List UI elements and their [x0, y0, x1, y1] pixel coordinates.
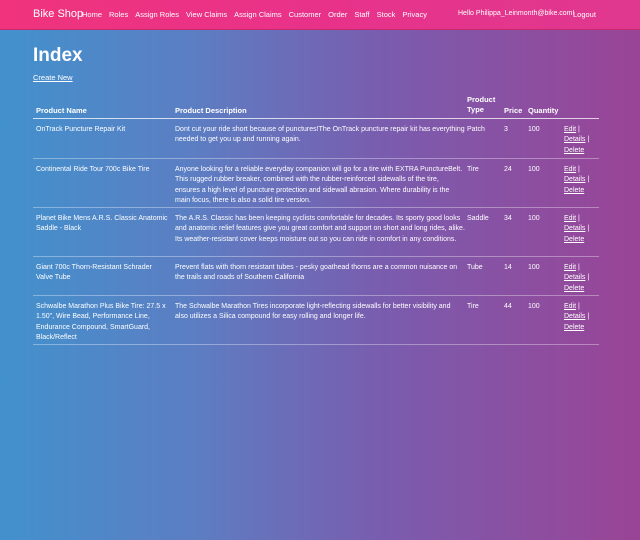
edit-link[interactable]: Edit — [564, 264, 576, 271]
cell-product-name: Schwalbe Marathon Plus Bike Tire: 27.5 x… — [36, 303, 166, 341]
details-link[interactable]: Details — [564, 176, 585, 183]
nav-link-assign-roles[interactable]: Assign Roles — [135, 10, 179, 19]
logout-button[interactable]: Logout — [573, 10, 596, 19]
cell-product-description: The A.R.S. Classic has been keeping cycl… — [175, 215, 465, 243]
table-row: Planet Bike Mens A.R.S. Classic Anatomic… — [33, 208, 599, 257]
edit-link[interactable]: Edit — [564, 215, 576, 222]
edit-link[interactable]: Edit — [564, 166, 576, 173]
table-row: Giant 700c Thorn-Resistant Schrader Valv… — [33, 257, 599, 296]
cell-quantity: 100 — [528, 126, 540, 133]
cell-price: 34 — [504, 215, 512, 222]
cell-product-name: Continental Ride Tour 700c Bike Tire — [36, 166, 150, 173]
details-link[interactable]: Details — [564, 136, 585, 143]
action-separator: | — [578, 126, 580, 133]
nav-link-roles[interactable]: Roles — [109, 10, 128, 19]
action-separator: | — [587, 176, 590, 184]
nav-link-view-claims[interactable]: View Claims — [186, 10, 227, 19]
cell-actions: Edit | Details | Delete — [564, 165, 598, 196]
delete-link[interactable]: Delete — [564, 324, 584, 331]
page-title: Index — [33, 45, 83, 66]
cell-product-type: Tube — [467, 264, 483, 271]
cell-product-type: Tire — [467, 303, 479, 310]
cell-price: 14 — [504, 264, 512, 271]
cell-quantity: 100 — [528, 215, 540, 222]
delete-link[interactable]: Delete — [564, 236, 584, 243]
nav-link-privacy[interactable]: Privacy — [402, 10, 427, 19]
cell-actions: Edit | Details | Delete — [564, 125, 598, 156]
products-table: Product Name Product Description Product… — [33, 94, 599, 345]
cell-product-name: Giant 700c Thorn-Resistant Schrader Valv… — [36, 264, 152, 282]
nav-link-stock[interactable]: Stock — [377, 10, 396, 19]
header-product-description: Product Description — [175, 106, 247, 115]
table-row: Continental Ride Tour 700c Bike Tire Anyo… — [33, 159, 599, 208]
cell-product-description: Anyone looking for a reliable everyday c… — [175, 166, 463, 204]
edit-link[interactable]: Edit — [564, 126, 576, 133]
cell-quantity: 100 — [528, 303, 540, 310]
brand-link[interactable]: Bike Shop — [33, 8, 83, 20]
delete-link[interactable]: Delete — [564, 285, 584, 292]
delete-link[interactable]: Delete — [564, 147, 584, 154]
action-separator: | — [578, 303, 580, 310]
cell-product-name: OnTrack Puncture Repair Kit — [36, 126, 126, 133]
top-navbar: Bike Shop Home Roles Assign Roles View C… — [0, 0, 640, 30]
cell-quantity: 100 — [528, 264, 540, 271]
cell-product-type: Patch — [467, 126, 485, 133]
header-product-name: Product Name — [36, 106, 87, 115]
nav-link-staff[interactable]: Staff — [354, 10, 369, 19]
cell-actions: Edit | Details | Delete — [564, 302, 598, 333]
nav-link-customer[interactable]: Customer — [289, 10, 322, 19]
cell-product-description: Prevent flats with thorn resistant tubes… — [175, 264, 458, 282]
action-separator: | — [587, 313, 590, 321]
cell-price: 44 — [504, 303, 512, 310]
edit-link[interactable]: Edit — [564, 303, 576, 310]
details-link[interactable]: Details — [564, 313, 585, 320]
cell-quantity: 100 — [528, 166, 540, 173]
action-separator: | — [587, 274, 590, 282]
action-separator: | — [587, 225, 590, 233]
cell-product-type: Saddle — [467, 215, 489, 222]
table-row: Schwalbe Marathon Plus Bike Tire: 27.5 x… — [33, 296, 599, 345]
cell-actions: Edit | Details | Delete — [564, 214, 598, 245]
details-link[interactable]: Details — [564, 225, 585, 232]
table-header: Product Name Product Description Product… — [33, 94, 599, 119]
cell-product-type: Tire — [467, 166, 479, 173]
nav-link-home[interactable]: Home — [82, 10, 102, 19]
action-separator: | — [587, 136, 590, 144]
action-separator: | — [578, 264, 580, 271]
cell-product-description: Dont cut your ride short because of punc… — [175, 126, 465, 144]
details-link[interactable]: Details — [564, 274, 585, 281]
header-product-type: Product Type — [467, 95, 496, 114]
table-body: OnTrack Puncture Repair Kit Dont cut your… — [33, 119, 599, 345]
cell-actions: Edit | Details | Delete — [564, 263, 598, 294]
create-new-link[interactable]: Create New — [33, 73, 73, 82]
action-separator: | — [578, 215, 580, 222]
user-greeting-link[interactable]: Hello Philippa_Leinmonth@bike.com! — [458, 10, 574, 17]
delete-link[interactable]: Delete — [564, 187, 584, 194]
header-quantity: Quantity — [528, 106, 559, 115]
action-separator: | — [578, 166, 580, 173]
nav-links: Home Roles Assign Roles View Claims Assi… — [82, 10, 427, 19]
cell-price: 3 — [504, 126, 508, 133]
nav-link-assign-claims[interactable]: Assign Claims — [234, 10, 282, 19]
nav-link-order[interactable]: Order — [328, 10, 347, 19]
cell-product-description: The Schwalbe Marathon Tires incorporate … — [175, 303, 451, 321]
cell-product-name: Planet Bike Mens A.R.S. Classic Anatomic… — [36, 215, 168, 233]
header-price: Price — [504, 106, 523, 115]
cell-price: 24 — [504, 166, 512, 173]
table-row: OnTrack Puncture Repair Kit Dont cut your… — [33, 119, 599, 159]
